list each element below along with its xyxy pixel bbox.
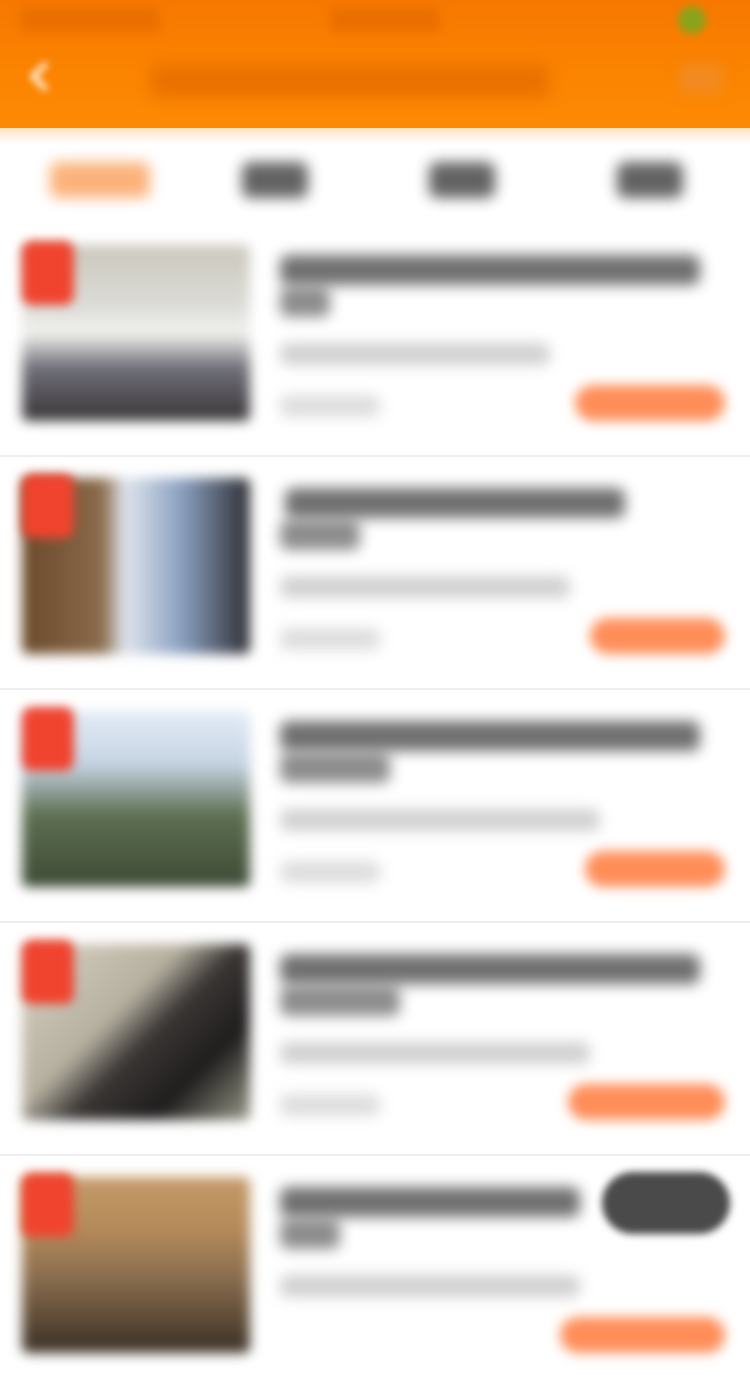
list-item[interactable]	[0, 688, 750, 923]
status-carrier	[330, 8, 440, 32]
item-title-continued	[280, 520, 360, 550]
item-title	[280, 721, 700, 751]
page-title	[150, 64, 550, 98]
item-meta	[280, 1094, 380, 1116]
status-bar	[0, 0, 750, 40]
item-subtitle	[280, 576, 570, 598]
tab-bar	[0, 140, 750, 220]
item-meta	[280, 395, 380, 417]
item-action-button[interactable]	[568, 1084, 725, 1120]
chevron-left-icon[interactable]	[20, 58, 60, 98]
item-meta	[280, 861, 380, 883]
tab-1[interactable]	[10, 140, 190, 220]
tab-3[interactable]	[372, 140, 552, 220]
tab-label	[429, 162, 495, 198]
item-title-continued	[280, 986, 400, 1016]
rank-badge	[22, 1173, 74, 1237]
tab-label	[50, 162, 150, 198]
rank-badge	[22, 940, 74, 1004]
floating-button[interactable]	[602, 1172, 730, 1234]
item-subtitle	[280, 809, 600, 831]
item-title	[285, 488, 625, 518]
item-action-button[interactable]	[585, 851, 725, 887]
item-action-button[interactable]	[590, 618, 725, 654]
tab-4[interactable]	[560, 140, 740, 220]
item-subtitle	[280, 1275, 580, 1297]
item-subtitle	[280, 1042, 590, 1064]
item-title-continued	[280, 753, 390, 783]
more-icon[interactable]	[680, 64, 724, 94]
item-title-continued	[280, 1219, 340, 1249]
tab-label	[242, 162, 308, 198]
item-title-continued	[280, 287, 330, 317]
item-title	[280, 954, 700, 984]
status-time	[20, 8, 160, 32]
item-subtitle	[280, 343, 550, 365]
app-header	[0, 0, 750, 128]
tab-2[interactable]	[185, 140, 365, 220]
item-action-button[interactable]	[560, 1317, 725, 1353]
item-title	[280, 1187, 580, 1217]
item-meta	[280, 628, 380, 650]
tab-label	[617, 162, 683, 198]
battery-icon	[678, 6, 706, 34]
rank-badge	[22, 241, 74, 305]
list-item[interactable]	[0, 225, 750, 457]
rank-badge	[22, 707, 74, 771]
rank-badge	[22, 474, 74, 538]
list-item[interactable]	[0, 921, 750, 1156]
item-action-button[interactable]	[575, 385, 725, 421]
item-title	[280, 255, 700, 285]
list-item[interactable]	[0, 455, 750, 690]
